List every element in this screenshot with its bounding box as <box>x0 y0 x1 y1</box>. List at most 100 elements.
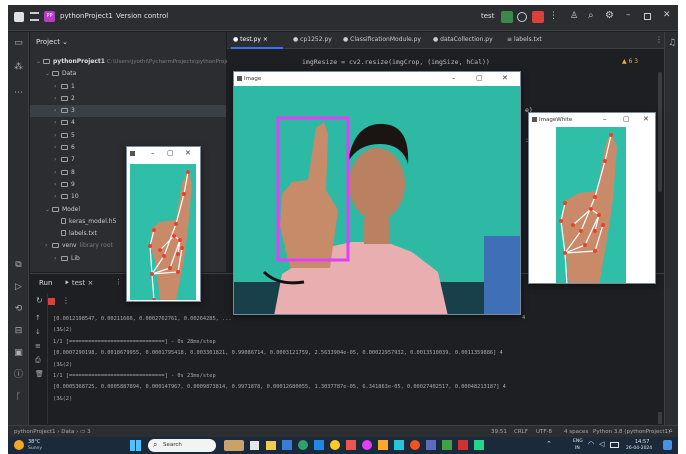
chevron-right-icon[interactable]: › <box>54 130 61 142</box>
imagewhite-window-titlebar[interactable]: ImageWhite – ▢ ✕ <box>529 113 655 127</box>
breadcrumb-item[interactable]: 3 <box>87 429 91 435</box>
app-icon-5[interactable] <box>330 440 340 450</box>
chevron-right-icon[interactable]: › <box>54 93 61 105</box>
maximize-icon[interactable]: ▢ <box>476 74 483 82</box>
inspection-widget[interactable]: ▲ 6 3 <box>622 58 638 65</box>
close-icon[interactable]: ✕ <box>502 74 508 82</box>
stop-run-icon[interactable] <box>48 298 55 305</box>
python-console-icon[interactable]: ⊟ <box>13 326 24 337</box>
more-run-icon[interactable]: ⋮ <box>62 296 70 305</box>
image-window-titlebar[interactable]: Image – ▢ ✕ <box>234 72 520 86</box>
chevron-right-icon[interactable]: › <box>54 191 61 203</box>
minimize-icon[interactable]: – <box>603 115 607 123</box>
tab-cp1252-py[interactable]: ● cp1252.py <box>293 36 332 43</box>
app-icon-9[interactable] <box>394 440 404 450</box>
notifications-icon[interactable]: ♫ <box>668 38 676 48</box>
services-icon[interactable]: ⟲ <box>13 304 24 315</box>
tree-item[interactable]: ⌄ Data <box>30 68 226 80</box>
chevron-right-icon[interactable]: › <box>54 253 61 265</box>
chevron-right-icon[interactable]: › <box>54 105 61 117</box>
settings-gear-icon[interactable]: ⚙ <box>605 10 614 21</box>
app-icon-13[interactable] <box>458 440 468 450</box>
debug-button[interactable] <box>517 12 527 22</box>
chevron-right-icon[interactable]: › <box>54 142 61 154</box>
chevron-down-icon[interactable]: ⌄ <box>45 68 52 80</box>
lock-icon[interactable]: ⌂ <box>669 428 673 434</box>
caret-position[interactable]: 39:51 <box>491 429 507 435</box>
project-panel-header[interactable]: Project ⌄ <box>36 38 68 46</box>
tree-item[interactable]: › 2 <box>30 93 226 105</box>
chevron-right-icon[interactable]: › <box>54 179 61 191</box>
weather-temp[interactable]: 38°C <box>28 439 40 445</box>
tray-lang[interactable]: ENG <box>573 439 583 444</box>
tree-item[interactable]: › 5 <box>30 130 226 142</box>
python-interpreter[interactable]: Python 3.8 (pythonProject1) <box>593 429 670 435</box>
clock-time[interactable]: 14:57 <box>635 439 649 445</box>
run-config-tab[interactable]: ⯈ test × <box>64 279 93 288</box>
trash-icon[interactable]: 🗑 <box>35 370 44 378</box>
volume-icon[interactable]: ◁ <box>599 440 604 448</box>
print-icon[interactable]: ⎙ <box>35 356 41 365</box>
close-icon[interactable]: ✕ <box>643 115 649 123</box>
app-icon-2[interactable] <box>282 440 292 450</box>
run-tab[interactable]: Run <box>39 279 52 287</box>
project-tool-icon[interactable]: ▭ <box>13 38 24 49</box>
tab-datacollection-py[interactable]: ● dataCollection.py <box>433 36 493 43</box>
image-window[interactable]: Image – ▢ ✕ <box>233 71 521 315</box>
tab-labels-txt[interactable]: ≡ labels.txt <box>507 36 542 43</box>
chevron-right-icon[interactable]: › <box>54 117 61 129</box>
crop-window-titlebar[interactable]: – ▢ ✕ <box>127 147 200 161</box>
chevron-down-icon[interactable]: ⌄ <box>45 204 52 216</box>
git-icon[interactable]: ᚴ <box>13 392 24 403</box>
app-icon-7[interactable] <box>362 440 372 450</box>
maximize-icon[interactable]: ▢ <box>167 149 174 157</box>
code-with-me-icon[interactable]: ♙ <box>570 11 578 21</box>
clock-date[interactable]: 26-04-2024 <box>626 446 652 451</box>
maximize-window-icon[interactable] <box>644 13 651 20</box>
minimize-window-icon[interactable]: – <box>626 10 631 20</box>
indent-setting[interactable]: 4 spaces <box>564 429 588 435</box>
file-explorer-icon[interactable] <box>266 441 276 450</box>
pycharm-taskbar-icon[interactable] <box>474 440 484 450</box>
weather-sun-icon[interactable] <box>14 440 24 450</box>
app-menu-icon[interactable] <box>14 12 24 22</box>
run-panel-more-icon[interactable]: ⋮ <box>115 278 122 286</box>
console-output[interactable]: [0.0012198547, 0.00211666, 0.0002762761,… <box>53 314 506 405</box>
more-tools-icon[interactable]: ⋯ <box>13 88 24 99</box>
scroll-down-icon[interactable]: ↓ <box>35 328 41 336</box>
tray-chevron-icon[interactable]: ⌃ <box>546 440 552 448</box>
structure-tool-icon[interactable]: ⁂ <box>13 62 24 73</box>
more-actions-icon[interactable]: ⋮ <box>549 11 558 21</box>
tree-item[interactable]: › 3 <box>30 105 226 118</box>
chevron-down-icon[interactable]: ⌄ <box>36 56 43 68</box>
app-icon-3[interactable] <box>298 440 308 450</box>
editor-scrollbar[interactable] <box>658 72 662 192</box>
app-icon-4[interactable] <box>314 440 324 450</box>
notification-center-icon[interactable] <box>663 440 672 450</box>
tabs-more-icon[interactable]: ⋮ <box>655 35 663 44</box>
soft-wrap-icon[interactable]: ≡ <box>35 342 41 350</box>
crop-window[interactable]: – ▢ ✕ <box>126 146 201 302</box>
chevron-right-icon[interactable]: › <box>54 167 61 179</box>
maximize-icon[interactable]: ▢ <box>623 115 630 123</box>
problems-icon[interactable]: ⓘ <box>13 370 24 381</box>
app-icon-12[interactable] <box>442 440 452 450</box>
search-everywhere-icon[interactable]: ⌕ <box>588 10 594 21</box>
minimize-icon[interactable]: – <box>151 149 155 157</box>
project-switcher[interactable]: pythonProject1 <box>60 12 113 20</box>
breadcrumb[interactable]: pythonProject1 › Data › ▭ 3 <box>14 429 91 435</box>
console-scrollbar[interactable] <box>658 412 662 424</box>
close-window-icon[interactable]: ✕ <box>663 10 671 20</box>
run-config-selector[interactable]: test <box>481 12 494 20</box>
hamburger-menu-icon[interactable] <box>30 12 39 21</box>
close-icon[interactable]: ✕ <box>185 149 191 157</box>
battery-icon[interactable] <box>610 442 619 448</box>
minimize-icon[interactable]: – <box>452 74 456 82</box>
breadcrumb-item[interactable]: Data <box>61 429 74 435</box>
app-icon-1[interactable] <box>224 440 244 451</box>
imagewhite-window[interactable]: ImageWhite – ▢ ✕ <box>528 112 656 284</box>
scroll-up-icon[interactable]: ↑ <box>35 314 41 322</box>
file-encoding[interactable]: UTF-8 <box>536 429 552 435</box>
terminal-icon[interactable]: ▣ <box>13 348 24 359</box>
python-packages-icon[interactable]: ⧉ <box>13 260 24 271</box>
